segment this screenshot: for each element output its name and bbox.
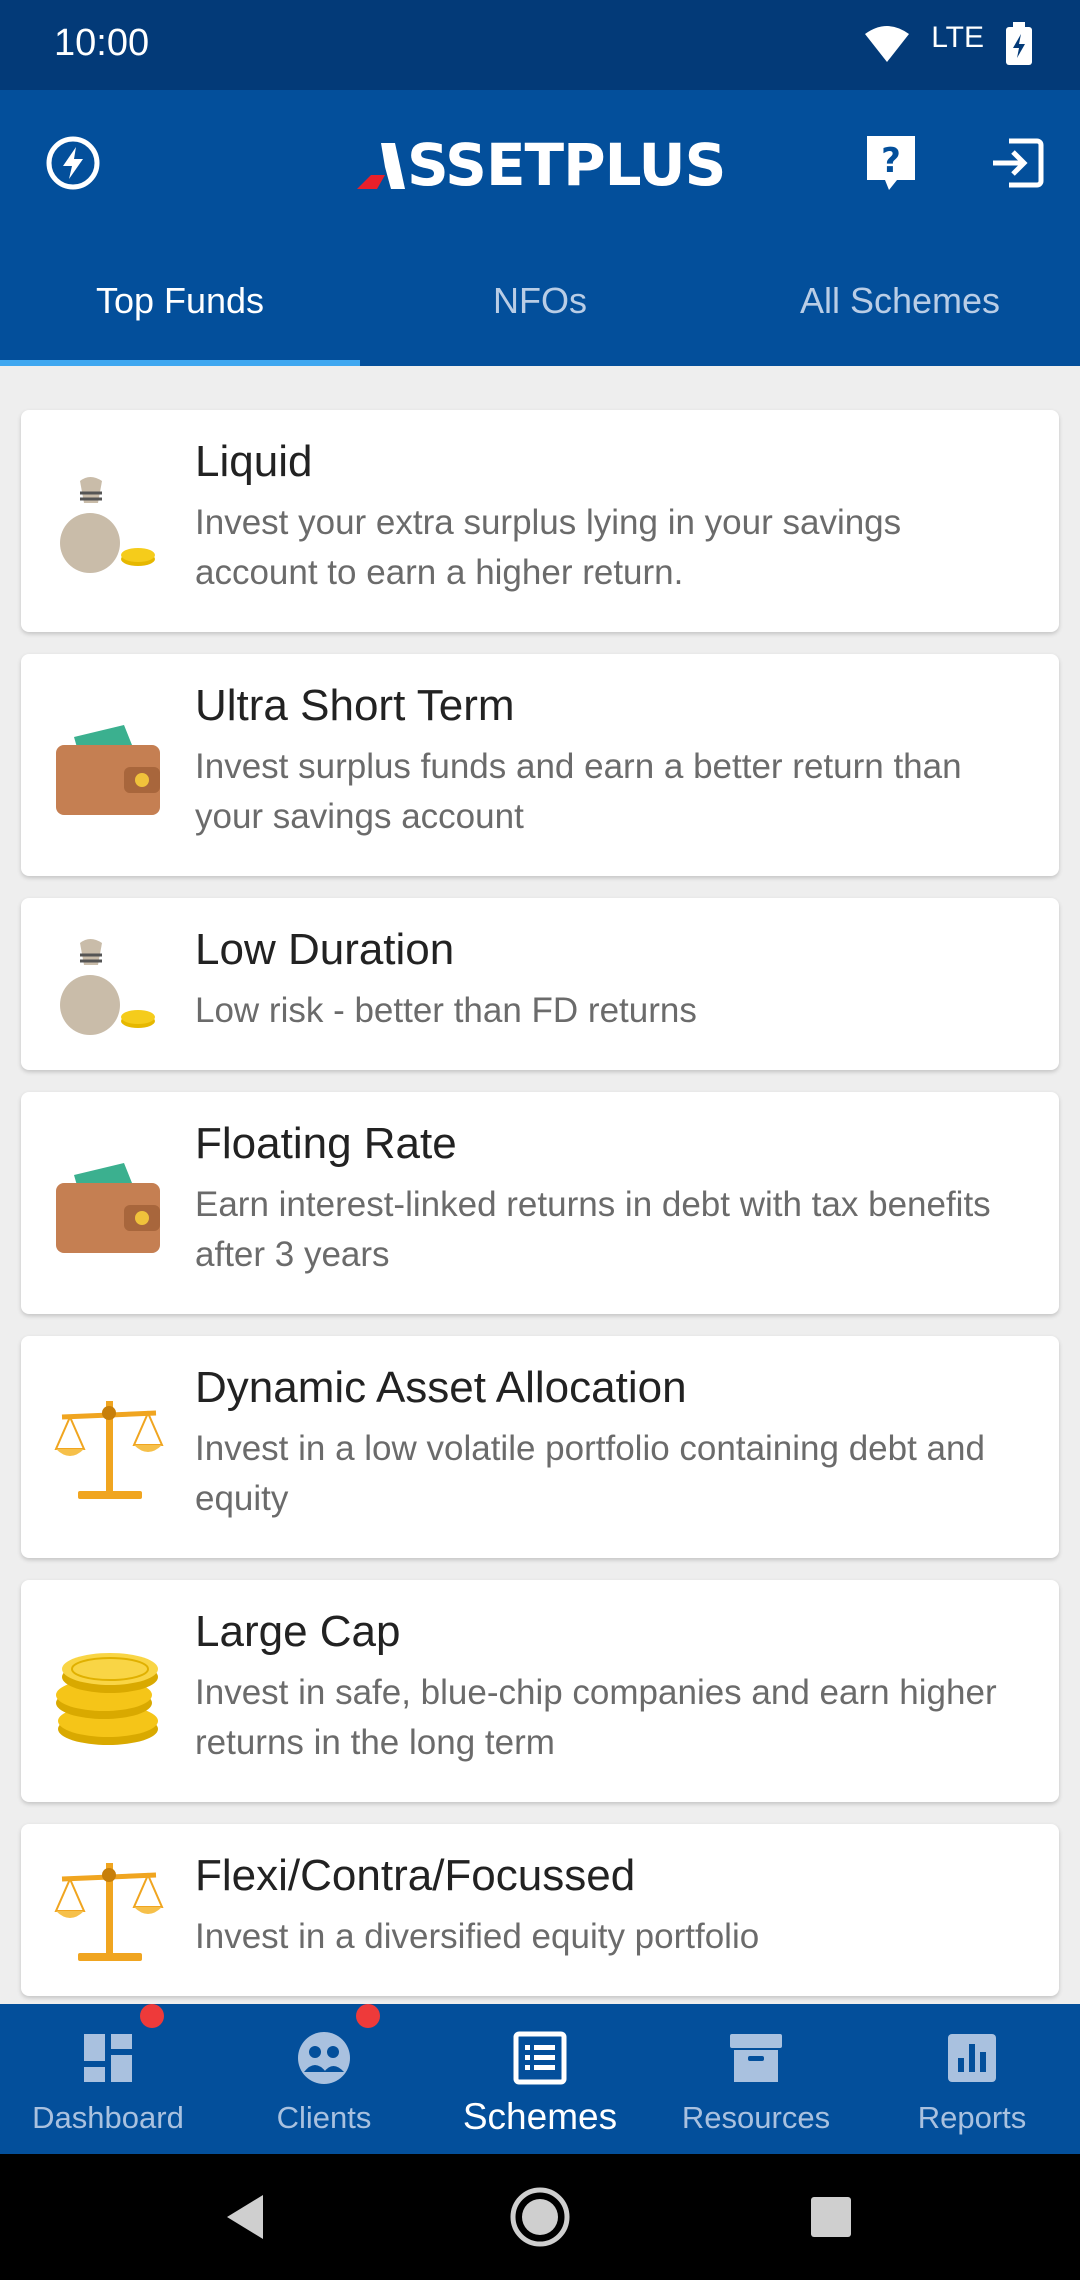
- logout-button[interactable]: [982, 128, 1052, 198]
- fund-description: Invest in safe, blue-chip companies and …: [195, 1673, 997, 1762]
- nav-reports[interactable]: Reports: [864, 2004, 1080, 2154]
- tab-all-schemes[interactable]: All Schemes: [720, 276, 1080, 366]
- logo-accent-icon: [357, 143, 405, 189]
- fund-card-flexi-contra-focussed[interactable]: Flexi/Contra/Focussed Invest in a divers…: [21, 1824, 1059, 1996]
- fund-card-large-cap[interactable]: Large Cap Invest in safe, blue-chip comp…: [21, 1580, 1059, 1802]
- help-button[interactable]: ?: [856, 128, 926, 198]
- balance-scale-icon: [49, 1388, 169, 1508]
- coins-stack-icon: [49, 1632, 169, 1752]
- fund-card-liquid[interactable]: Liquid Invest your extra surplus lying i…: [21, 410, 1059, 632]
- fund-card-low-duration[interactable]: Low Duration Low risk - better than FD r…: [21, 898, 1059, 1070]
- flash-button[interactable]: [38, 128, 108, 198]
- system-navigation-bar: [0, 2154, 1080, 2280]
- tab-top-funds[interactable]: Top Funds: [0, 276, 360, 366]
- fund-title: Ultra Short Term: [195, 681, 515, 730]
- fund-card-dynamic-asset-allocation[interactable]: Dynamic Asset Allocation Invest in a low…: [21, 1336, 1059, 1558]
- fund-description: Invest in a diversified equity portfolio: [195, 1917, 760, 1956]
- logout-icon: [993, 138, 1044, 188]
- nav-schemes[interactable]: Schemes: [432, 2004, 648, 2154]
- back-icon: [227, 2195, 263, 2239]
- logo-text: SSETPLUS: [407, 131, 726, 199]
- fund-description: Invest your extra surplus lying in your …: [195, 503, 902, 592]
- fund-description: Earn interest-linked returns in debt wit…: [195, 1185, 991, 1274]
- notification-badge: [140, 2004, 164, 2028]
- nav-label: Clients: [276, 2100, 372, 2135]
- nav-label: Schemes: [462, 2096, 618, 2137]
- app-bar: SSETPLUS ? Top Funds NFOs All Schemes: [0, 90, 1080, 366]
- home-icon: [510, 2187, 570, 2247]
- clients-icon: [294, 2028, 354, 2088]
- nav-resources[interactable]: Resources: [648, 2004, 864, 2154]
- fund-title: Large Cap: [195, 1607, 401, 1656]
- bolt-icon: [46, 136, 100, 190]
- fund-title: Dynamic Asset Allocation: [195, 1363, 687, 1412]
- nav-label: Dashboard: [32, 2100, 184, 2135]
- nav-dashboard[interactable]: Dashboard: [0, 2004, 216, 2154]
- wallet-icon: [49, 1144, 169, 1264]
- tab-nfos[interactable]: NFOs: [360, 276, 720, 366]
- nav-clients[interactable]: Clients: [216, 2004, 432, 2154]
- recents-icon: [811, 2197, 851, 2237]
- status-bar: 10:00 LTE: [0, 0, 1080, 90]
- svg-text:?: ?: [881, 141, 901, 181]
- balance-scale-icon: [49, 1850, 169, 1970]
- battery-icon: [1004, 21, 1034, 71]
- fund-description: Low risk - better than FD returns: [195, 991, 697, 1030]
- money-bag-icon: [49, 462, 169, 582]
- fund-title: Floating Rate: [195, 1119, 457, 1168]
- wifi-icon: [863, 24, 911, 69]
- fund-card-floating-rate[interactable]: Floating Rate Earn interest-linked retur…: [21, 1092, 1059, 1314]
- schemes-icon: [510, 2028, 570, 2088]
- nav-label: Resources: [681, 2100, 831, 2135]
- tab-bar: Top Funds NFOs All Schemes: [0, 276, 1080, 366]
- fund-list[interactable]: Liquid Invest your extra surplus lying i…: [0, 366, 1080, 2004]
- app-logo: SSETPLUS: [355, 130, 726, 200]
- fund-title: Liquid: [195, 437, 313, 486]
- reports-icon: [942, 2028, 1002, 2088]
- fund-description: Invest surplus funds and earn a better r…: [195, 747, 962, 836]
- fund-description: Invest in a low volatile portfolio conta…: [195, 1429, 985, 1518]
- network-type: LTE: [931, 21, 984, 54]
- back-button[interactable]: [210, 2182, 280, 2252]
- status-icons: LTE: [863, 16, 1034, 76]
- wallet-icon: [49, 706, 169, 826]
- home-button[interactable]: [505, 2182, 575, 2252]
- notification-badge: [356, 2004, 380, 2028]
- money-bag-icon: [49, 924, 169, 1044]
- resources-icon: [726, 2028, 786, 2088]
- nav-label: Reports: [917, 2100, 1027, 2135]
- fund-title: Low Duration: [195, 925, 455, 974]
- help-icon: ?: [867, 136, 915, 190]
- dashboard-icon: [78, 2028, 138, 2088]
- fund-title: Flexi/Contra/Focussed: [195, 1851, 636, 1900]
- fund-card-ultra-short-term[interactable]: Ultra Short Term Invest surplus funds an…: [21, 654, 1059, 876]
- recents-button[interactable]: [796, 2182, 866, 2252]
- bottom-navigation: Dashboard Clients Schemes Resources Repo…: [0, 2004, 1080, 2154]
- status-time: 10:00: [54, 22, 150, 64]
